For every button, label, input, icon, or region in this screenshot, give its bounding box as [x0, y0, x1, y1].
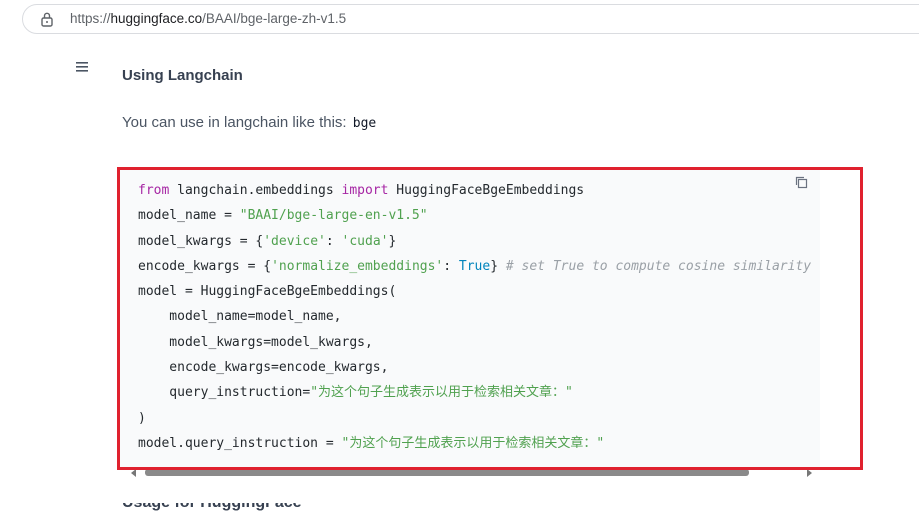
code-token: langchain.embeddings: [169, 183, 342, 198]
code-token: import: [341, 183, 389, 198]
code-line: model_kwargs=model_kwargs,: [138, 330, 811, 355]
code-token: True: [458, 258, 491, 274]
code-line: model_name = "BAAI/bge-large-en-v1.5": [138, 203, 811, 228]
code-token: model_name =: [138, 208, 240, 224]
code-token: from: [138, 183, 170, 198]
intro-paragraph: You can use in langchain like this: bge: [122, 114, 376, 131]
code-line: query_instruction="为这个句子生成表示以用于检索相关文章：": [138, 380, 811, 405]
code-token: 'cuda': [341, 233, 389, 249]
code-token: }: [490, 258, 506, 274]
code-line: encode_kwargs=encode_kwargs,: [138, 355, 811, 380]
next-section-heading: Usage for HuggingFace: [122, 503, 342, 512]
url-host: huggingface.co: [110, 11, 203, 26]
code-token: model_name=model_name,: [138, 309, 342, 325]
code-token: "BAAI/bge-large-en-v1.5": [239, 208, 428, 224]
copy-icon[interactable]: [794, 175, 809, 190]
code-line: encode_kwargs = {'normalize_embeddings':…: [138, 254, 811, 279]
code-token: model = HuggingFaceBgeEmbeddings(: [138, 284, 397, 300]
code-line: from langchain.embeddings import Hugging…: [138, 178, 811, 203]
inline-code: bge: [352, 116, 377, 131]
code-token: model.query_instruction =: [138, 435, 342, 451]
section-title: Using Langchain: [122, 67, 243, 84]
code-token: HuggingFaceBgeEmbeddings: [388, 183, 585, 198]
url-path: /BAAI/bge-large-zh-v1.5: [202, 11, 347, 26]
address-url[interactable]: https://huggingface.co/BAAI/bge-large-zh…: [70, 11, 346, 26]
code-token: # set True to compute cosine similarity: [505, 258, 812, 274]
page: https://huggingface.co/BAAI/bge-large-zh…: [0, 0, 919, 512]
code-token: model_kwargs=model_kwargs,: [138, 334, 373, 350]
code-line: model.query_instruction = "为这个句子生成表示以用于检…: [138, 431, 811, 456]
paragraph-text: You can use in langchain like this:: [122, 114, 347, 131]
code-token: :: [443, 258, 459, 274]
code-token: :: [325, 233, 342, 249]
code-line: model = HuggingFaceBgeEmbeddings(: [138, 279, 811, 304]
code-token: }: [388, 233, 397, 249]
next-heading-text: Usage for HuggingFace: [122, 503, 342, 512]
scroll-left-arrow-icon[interactable]: [131, 469, 136, 477]
scrollbar-thumb[interactable]: [145, 469, 749, 476]
code-token: encode_kwargs=encode_kwargs,: [138, 360, 389, 376]
code-lines: from langchain.embeddings import Hugging…: [138, 178, 811, 456]
scroll-right-arrow-icon[interactable]: [807, 469, 812, 477]
code-token: model_kwargs = {: [138, 233, 264, 249]
code-token: query_instruction=: [138, 385, 311, 401]
code-token: "为这个句子生成表示以用于检索相关文章：": [341, 435, 605, 451]
hamburger-menu-icon[interactable]: [74, 60, 90, 74]
code-line: model_kwargs = {'device': 'cuda'}: [138, 229, 811, 254]
code-line: ): [138, 406, 811, 431]
code-token: "为这个句子生成表示以用于检索相关文章：": [310, 385, 573, 401]
code-token: encode_kwargs = {: [138, 258, 272, 274]
code-line: model_name=model_name,: [138, 304, 811, 329]
lock-icon[interactable]: [40, 11, 54, 27]
code-token: 'normalize_embeddings': [271, 258, 444, 274]
url-prefix: https://: [70, 11, 111, 26]
browser-toolbar: https://huggingface.co/BAAI/bge-large-zh…: [0, 0, 919, 38]
code-token: ): [138, 410, 146, 426]
code-block[interactable]: from langchain.embeddings import Hugging…: [120, 168, 820, 470]
code-token: 'device': [263, 233, 326, 249]
